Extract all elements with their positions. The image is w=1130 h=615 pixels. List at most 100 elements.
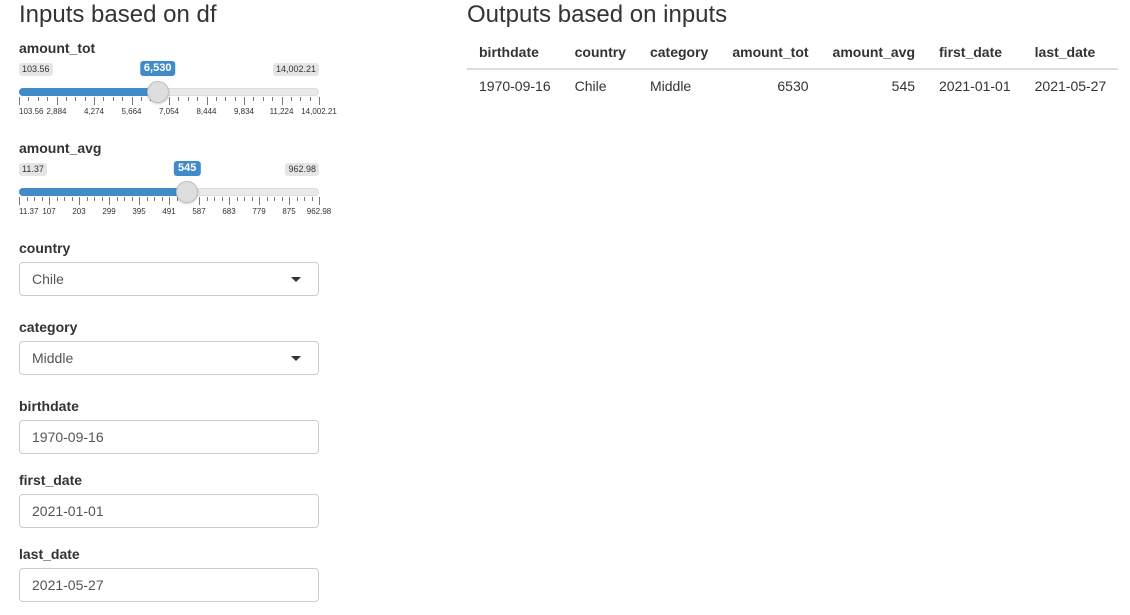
slider-tick-label: 2,884 [46, 107, 67, 116]
slider-tick [289, 197, 290, 205]
slider-tick-label: 8,444 [196, 107, 217, 116]
first-date-label: first_date [19, 472, 83, 488]
slider-min-label: 103.56 [19, 63, 53, 76]
slider-tick [56, 197, 58, 201]
slider-tick [234, 97, 236, 101]
amount-tot-slider[interactable]: 103.56 14,002.21 6,530 103.56 2,884 4,274 5… [19, 61, 337, 133]
table-cell: Middle [649, 78, 692, 94]
slider-tick [178, 97, 180, 101]
slider-grid [19, 97, 320, 105]
slider-tick [272, 97, 274, 101]
table-header-row: birthdate country category amount_tot am… [467, 36, 1119, 70]
slider-tick [34, 197, 35, 201]
slider-tick [206, 97, 208, 105]
slider-tick [236, 197, 238, 201]
slider-value-label: 6,530 [139, 61, 176, 76]
slider-tick-label: 587 [192, 207, 206, 216]
amount-avg-slider[interactable]: 11.37 962.98 545 11.37 107 203 299 395 491 587… [19, 161, 332, 233]
slider-tick [197, 97, 199, 101]
slider-max-label: 962.98 [285, 163, 319, 176]
slider-tick [146, 197, 148, 201]
slider-tick-label: 779 [252, 207, 266, 216]
column-header: amount_avg [820, 36, 928, 70]
slider-tick-label: 4,274 [83, 107, 105, 116]
slider-min-label: 11.37 [19, 163, 47, 176]
slider-tick [214, 197, 215, 201]
slider-tick [49, 197, 50, 205]
table-cell: 545 [891, 78, 916, 94]
slider-tick [116, 197, 118, 201]
slider-tick [281, 197, 283, 201]
slider-tick [290, 97, 292, 101]
birthdate-input[interactable]: 1970-09-16 [19, 420, 319, 454]
last-date-input[interactable]: 2021-05-27 [19, 568, 319, 602]
slider-tick [225, 97, 227, 101]
slider-tick-label: 107 [42, 207, 56, 216]
table-cell: 2021-01-01 [939, 78, 1011, 94]
slider-tick [169, 97, 170, 105]
slider-max-label: 14,002.21 [272, 63, 319, 76]
slider-tick [112, 97, 114, 101]
first-date-input[interactable]: 2021-01-01 [19, 494, 319, 528]
slider-grid [19, 197, 320, 205]
slider-tick [86, 197, 88, 201]
slider-handle[interactable] [146, 81, 169, 103]
slider-tick [131, 197, 133, 201]
country-select[interactable]: Chile [19, 262, 319, 296]
birthdate-value: 1970-09-16 [32, 429, 104, 445]
slider-tick [28, 97, 30, 101]
slider-value-label: 545 [174, 161, 201, 176]
slider-tick-label: 5,664 [121, 107, 142, 116]
outputs-title: Outputs based on inputs [467, 1, 728, 28]
first-date-value: 2021-01-01 [32, 503, 104, 519]
slider-tick-label: 203 [72, 207, 86, 216]
slider-tick [101, 197, 103, 201]
slider-tick [251, 197, 253, 201]
slider-tick [221, 197, 223, 201]
slider-tick-label: 395 [132, 207, 146, 216]
slider-tick [199, 197, 200, 205]
slider-tick [109, 197, 110, 205]
slider-tick [262, 97, 264, 101]
slider-tick [281, 97, 283, 105]
slider-tick [140, 97, 142, 101]
slider-tick-label: 11,224 [269, 107, 294, 116]
birthdate-label: birthdate [19, 398, 79, 414]
slider-tick [139, 197, 140, 205]
slider-tick [47, 97, 49, 101]
category-select[interactable]: Middle [19, 341, 319, 375]
slider-tick [131, 97, 133, 105]
slider-tick [94, 197, 95, 201]
column-header: last_date [1022, 36, 1119, 70]
slider-tick [229, 197, 230, 205]
slider-tick [319, 197, 320, 205]
slider-tick [65, 97, 67, 101]
slider-fill [19, 188, 188, 196]
amount-tot-label: amount_tot [19, 40, 96, 56]
slider-tick [37, 97, 39, 101]
caret-down-icon [291, 356, 301, 361]
table-cell: Chile [574, 78, 607, 94]
caret-down-icon [291, 277, 301, 282]
slider-tick [154, 197, 155, 201]
column-header: first_date [927, 36, 1023, 70]
slider-tick [311, 197, 313, 201]
slider-tick [304, 197, 305, 201]
column-header: birthdate [467, 36, 563, 70]
column-header: amount_tot [720, 36, 821, 70]
slider-tick [215, 97, 217, 101]
slider-tick-label: 11.37 [19, 207, 39, 216]
slider-tick [274, 197, 275, 201]
slider-tick [300, 97, 302, 101]
slider-tick-label: 491 [162, 207, 176, 216]
slider-tick [103, 97, 105, 101]
last-date-value: 2021-05-27 [32, 577, 104, 593]
slider-tick [71, 197, 73, 201]
inputs-title: Inputs based on df [19, 1, 217, 28]
slider-tick [244, 97, 245, 105]
slider-tick-label: 14,002.21 [301, 107, 337, 116]
slider-tick-label: 962.98 [306, 207, 332, 216]
slider-tick-labels: 103.56 2,884 4,274 5,664 7,054 8,444 9,834 11,2… [19, 107, 337, 117]
table-cell: 1970-09-16 [479, 78, 551, 94]
slider-tick [75, 97, 77, 101]
